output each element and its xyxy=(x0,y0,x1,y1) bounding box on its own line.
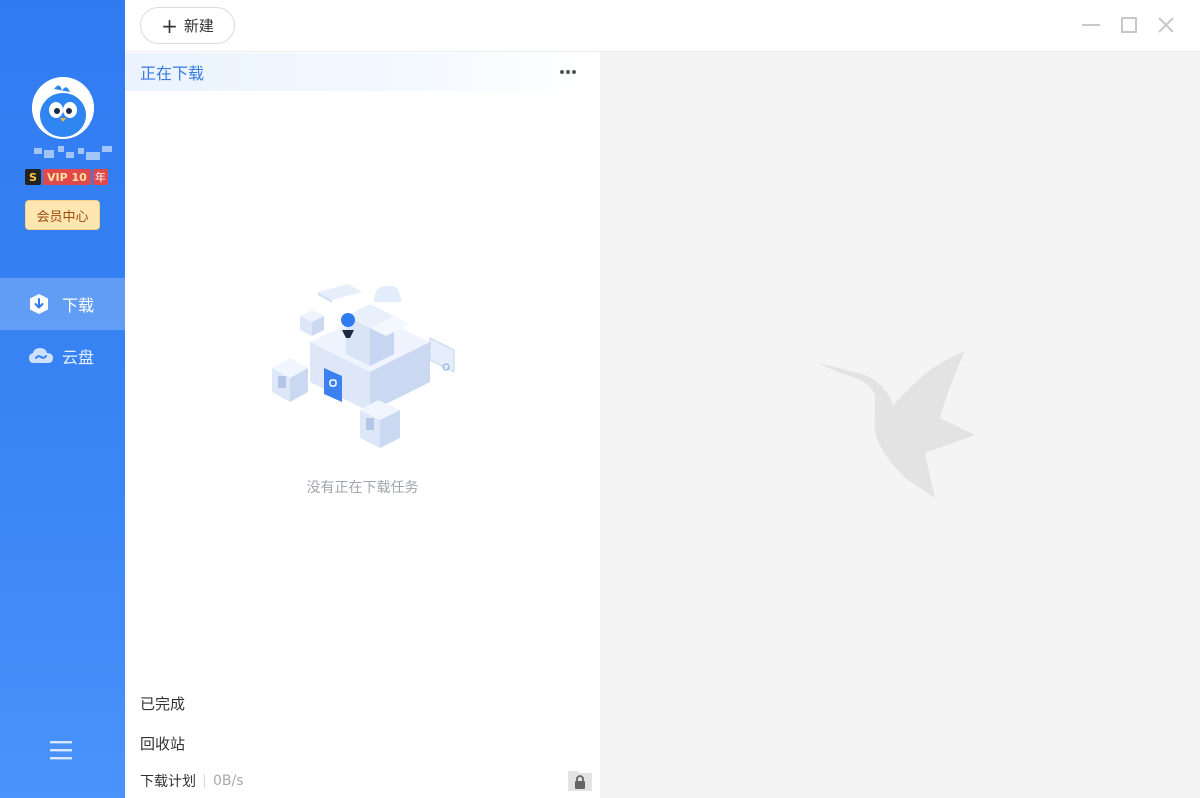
sidebar: S VIP 10 年 会员中心 下载 云盘 xyxy=(0,0,125,798)
vip-badge: S VIP 10 年 xyxy=(25,168,108,186)
more-options-icon[interactable] xyxy=(557,63,579,81)
new-task-button[interactable]: + 新建 xyxy=(140,7,235,44)
divider xyxy=(204,774,205,788)
vip-year: 年 xyxy=(92,169,108,185)
vip-s-icon: S xyxy=(25,169,41,185)
recycle-bin-link[interactable]: 回收站 xyxy=(140,733,185,754)
empty-state-text: 没有正在下载任务 xyxy=(306,480,419,496)
downloading-section-header[interactable]: 正在下载 xyxy=(125,53,600,91)
completed-link[interactable]: 已完成 xyxy=(140,693,185,714)
nav-item-cloud[interactable]: 云盘 xyxy=(0,330,125,382)
vip-level: VIP 10 xyxy=(43,169,91,185)
download-shield-icon xyxy=(30,294,48,314)
thunder-bird-logo-icon xyxy=(817,351,975,498)
download-list-panel: 正在下载 没有正在下载任务 已完成 回收站 下载计划 0B/s xyxy=(125,0,600,798)
top-toolbar: + 新建 xyxy=(125,0,1200,52)
bird-avatar-icon xyxy=(32,77,94,139)
empty-state-illustration xyxy=(272,284,455,448)
close-icon[interactable] xyxy=(1155,14,1177,36)
download-speed: 0B/s xyxy=(213,773,244,789)
nav-item-label: 下载 xyxy=(62,296,95,315)
detail-panel xyxy=(600,53,1200,798)
nav-item-label: 云盘 xyxy=(62,348,95,367)
download-plan-link[interactable]: 下载计划 xyxy=(140,771,196,791)
username-redacted xyxy=(30,146,114,162)
member-center-button[interactable]: 会员中心 xyxy=(25,200,100,230)
maximize-icon[interactable] xyxy=(1118,14,1140,36)
section-title: 正在下载 xyxy=(140,64,205,83)
status-bar: 下载计划 0B/s xyxy=(140,771,244,791)
plus-icon: + xyxy=(161,13,178,38)
cloud-icon xyxy=(29,348,53,363)
new-task-label: 新建 xyxy=(183,17,214,35)
nav-item-download[interactable]: 下载 xyxy=(0,278,125,330)
safe-box-lock-icon[interactable] xyxy=(567,767,593,793)
hamburger-menu-icon[interactable] xyxy=(50,740,72,760)
avatar[interactable] xyxy=(32,77,94,139)
minimize-icon[interactable] xyxy=(1080,14,1102,36)
